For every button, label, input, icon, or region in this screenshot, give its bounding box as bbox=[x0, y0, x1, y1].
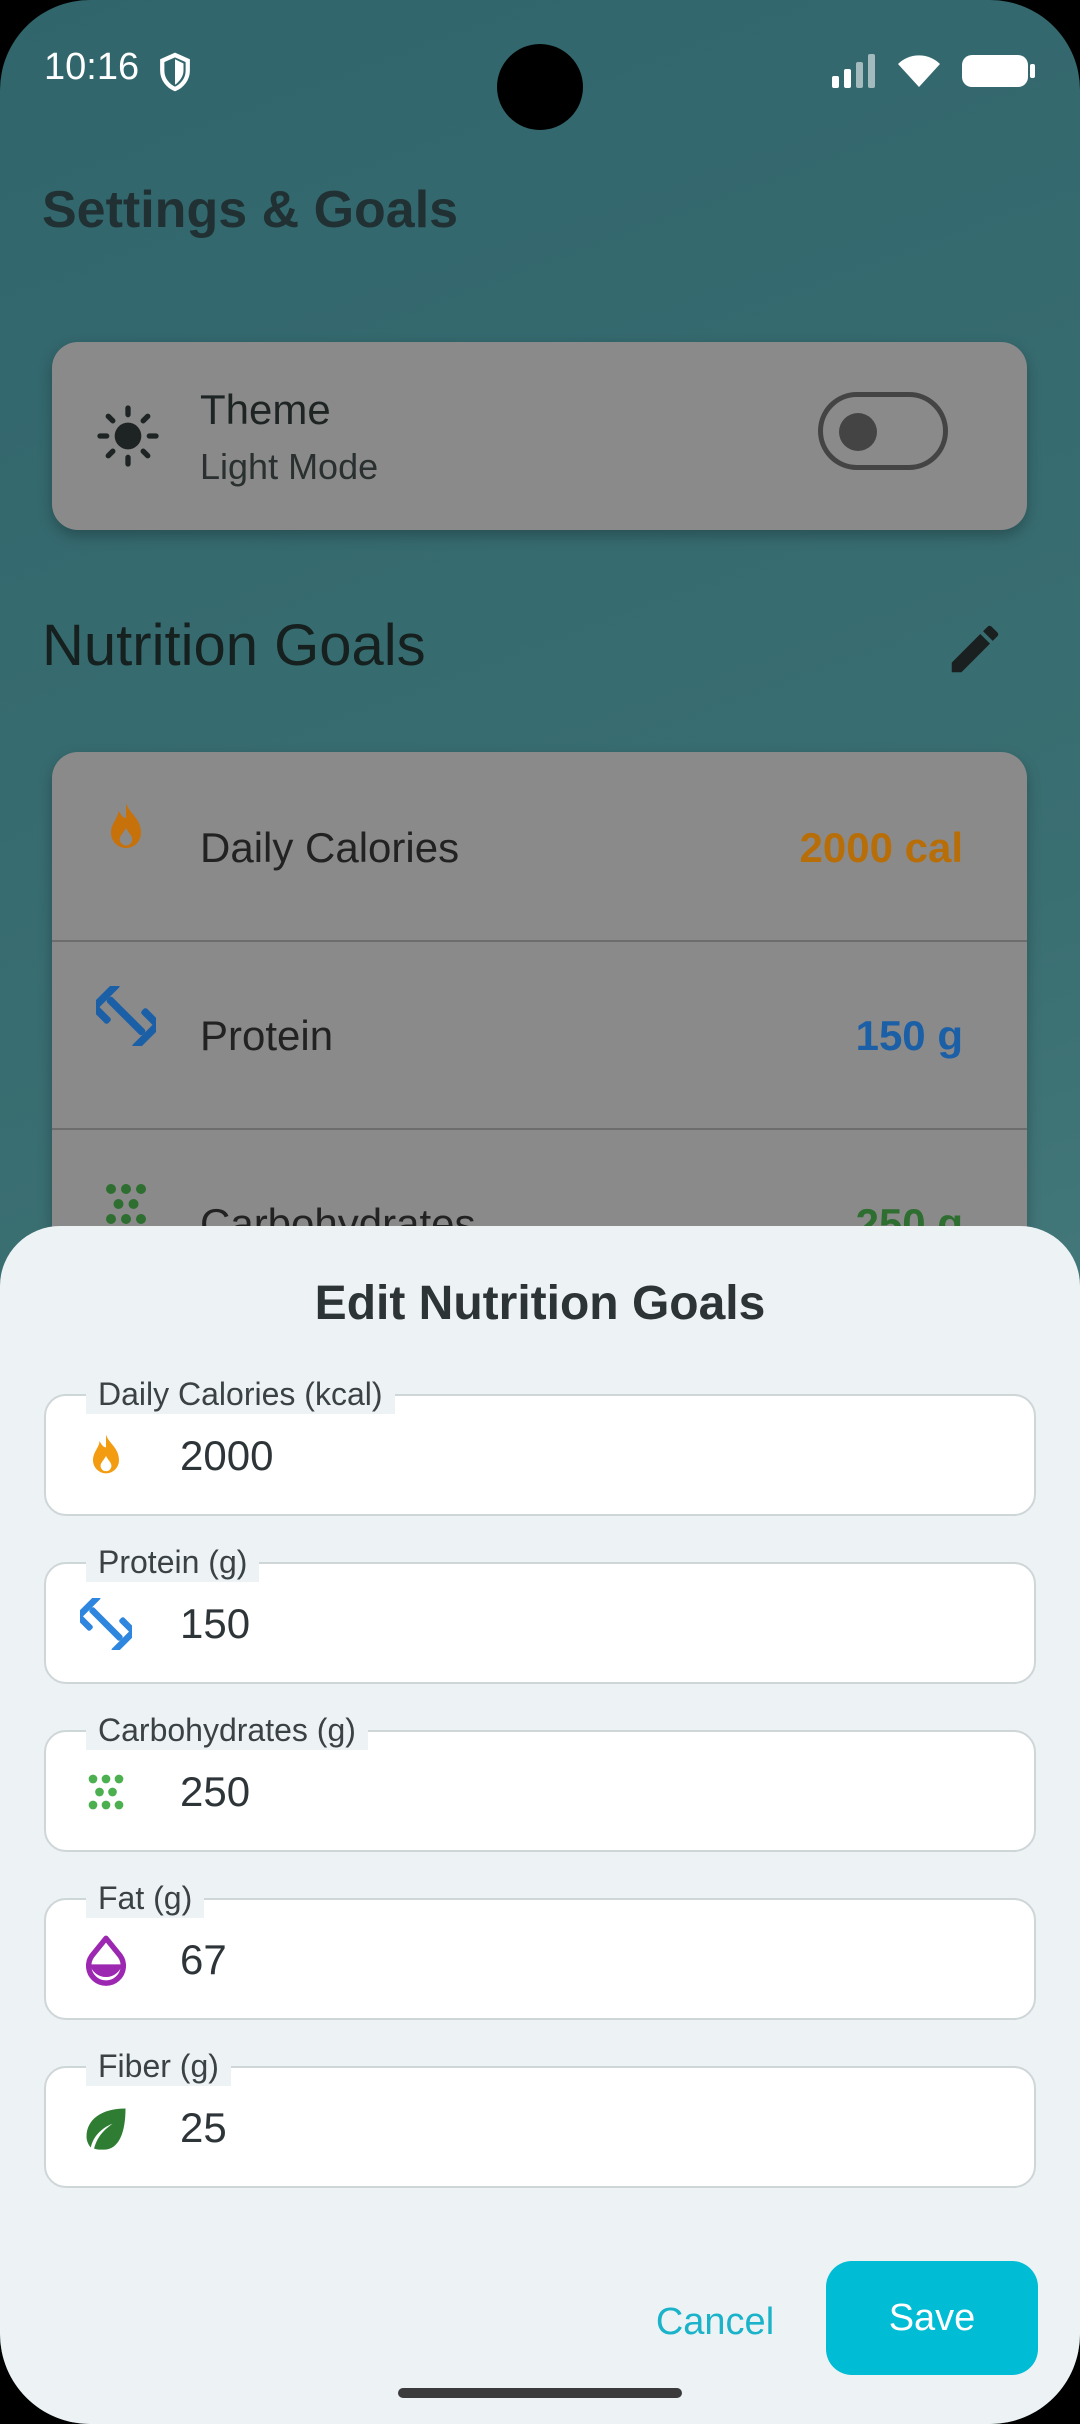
cancel-button[interactable]: Cancel bbox=[640, 2286, 790, 2358]
theme-card: Theme Light Mode bbox=[52, 342, 1027, 530]
fiber-field[interactable]: Fiber (g) bbox=[44, 2046, 1036, 2188]
fat-input[interactable] bbox=[180, 1936, 980, 1984]
wifi-icon bbox=[898, 55, 940, 87]
carbohydrates-input[interactable] bbox=[180, 1768, 980, 1816]
signal-icon bbox=[832, 54, 875, 88]
goal-value: 150 g bbox=[855, 1012, 963, 1059]
status-bar: 10:16 bbox=[0, 0, 1080, 140]
water-drop-icon bbox=[85, 1935, 127, 1986]
protein-field[interactable]: Protein (g) bbox=[44, 1542, 1036, 1684]
sheet-title: Edit Nutrition Goals bbox=[314, 1277, 766, 1330]
fiber-input[interactable] bbox=[180, 2104, 980, 2152]
grain-icon bbox=[88, 1774, 124, 1810]
protein-input[interactable] bbox=[180, 1600, 980, 1648]
theme-toggle-switch[interactable] bbox=[818, 392, 948, 470]
status-time: 10:16 bbox=[44, 46, 140, 88]
goal-value: 2000 cal bbox=[799, 824, 964, 871]
field-label: Carbohydrates (g) bbox=[86, 1710, 368, 1750]
flame-icon bbox=[111, 803, 141, 848]
goal-label: Daily Calories bbox=[200, 824, 460, 871]
battery-icon bbox=[962, 55, 1035, 87]
sun-icon bbox=[97, 405, 159, 467]
save-button[interactable]: Save bbox=[826, 2261, 1038, 2375]
dumbbell-icon bbox=[80, 1598, 132, 1650]
grain-icon bbox=[106, 1184, 146, 1224]
field-label: Fat (g) bbox=[86, 1878, 205, 1918]
nutrition-goals-card: Daily Calories 2000 cal Protein 150 g Ca… bbox=[52, 752, 1027, 1272]
edit-pencil-icon[interactable] bbox=[944, 618, 1006, 680]
theme-title: Theme bbox=[200, 386, 331, 433]
carbohydrates-field[interactable]: Carbohydrates (g) bbox=[44, 1710, 1036, 1852]
phone-screen: 10:16 Settings & Goals Theme Light Mode … bbox=[0, 0, 1080, 2424]
home-indicator[interactable] bbox=[398, 2388, 682, 2398]
fat-field[interactable]: Fat (g) bbox=[44, 1878, 1036, 2020]
shield-icon bbox=[160, 52, 190, 92]
camera-cutout bbox=[497, 44, 583, 130]
leaf-icon bbox=[86, 2108, 126, 2150]
edit-goals-bottom-sheet: Edit Nutrition Goals Daily Calories (kca… bbox=[0, 1226, 1080, 2424]
field-label: Fiber (g) bbox=[86, 2046, 231, 2086]
goal-row-calories[interactable]: Daily Calories 2000 cal bbox=[52, 752, 1027, 942]
field-label: Daily Calories (kcal) bbox=[86, 1374, 395, 1414]
toggle-knob bbox=[839, 413, 877, 451]
field-label: Protein (g) bbox=[86, 1542, 260, 1582]
page-title: Settings & Goals bbox=[42, 181, 459, 239]
nutrition-goals-heading: Nutrition Goals bbox=[42, 613, 426, 678]
daily-calories-input[interactable] bbox=[180, 1432, 980, 1480]
goal-row-protein[interactable]: Protein 150 g bbox=[52, 940, 1027, 1130]
goal-label: Protein bbox=[200, 1012, 334, 1059]
theme-mode-label: Light Mode bbox=[200, 446, 379, 487]
flame-icon bbox=[93, 1434, 119, 1474]
dumbbell-icon bbox=[96, 986, 156, 1046]
daily-calories-field[interactable]: Daily Calories (kcal) bbox=[44, 1374, 1036, 1516]
